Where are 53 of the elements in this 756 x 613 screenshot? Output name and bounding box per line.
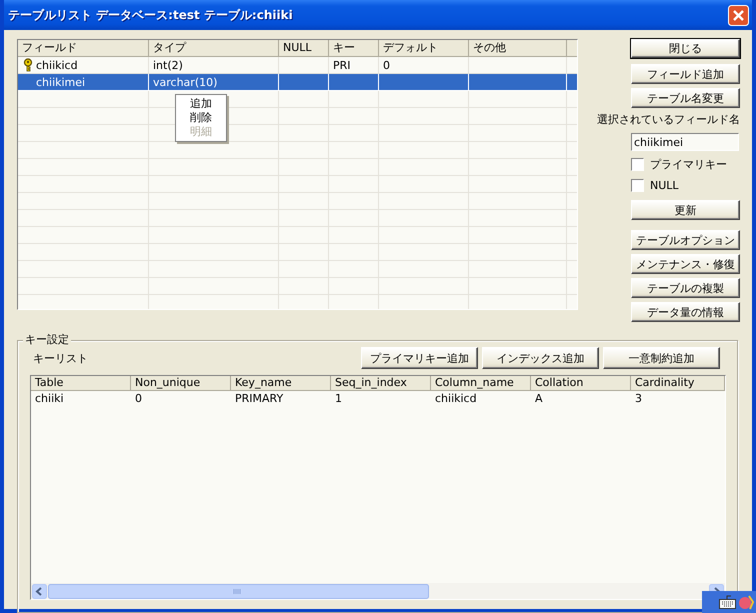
table-cell: chiikicd (36, 58, 78, 72)
column-header[interactable]: フィールド (18, 40, 149, 57)
checkbox-label: プライマリキー (650, 157, 727, 172)
group-title: キー設定 (23, 333, 71, 347)
column-header[interactable]: デフォルト (379, 40, 469, 57)
table-cell-text: A (534, 391, 544, 406)
table-cell: chiikimei (36, 76, 86, 88)
checkbox[interactable] (631, 179, 644, 192)
column-header[interactable]: NULL (279, 40, 329, 57)
column-header[interactable]: Cardinality (631, 376, 725, 391)
table-cell-text: PRIMARY (234, 391, 284, 406)
checkbox[interactable] (631, 158, 644, 171)
scroll-left-button[interactable] (32, 584, 47, 598)
update-button[interactable]: 更新 (631, 200, 740, 220)
close-icon[interactable] (728, 4, 749, 26)
scrollbar-thumb[interactable] (48, 584, 429, 598)
dialog-button[interactable]: データ量の情報 (631, 302, 740, 322)
column-header[interactable]: Seq_in_index (331, 376, 431, 391)
field-name-input[interactable]: chiikimei (631, 133, 739, 151)
column-header[interactable]: Key_name (231, 376, 331, 391)
column-header[interactable]: キー (329, 40, 379, 57)
menu-item[interactable]: 削除 (176, 111, 226, 125)
table-cell: int(2) (153, 58, 183, 72)
add-key-button[interactable]: インデックス追加 (482, 347, 599, 369)
dialog-button[interactable]: テーブルオプション (631, 230, 740, 250)
table-cell-text: 1 (334, 391, 343, 406)
table-cell-text: 3 (634, 391, 643, 406)
add-key-button[interactable]: 一意制約追加 (603, 347, 720, 369)
keyboard-icon[interactable] (719, 595, 736, 609)
dialog-button[interactable]: テーブルの複製 (631, 278, 740, 298)
table-cell: varchar(10) (153, 76, 218, 88)
dialog-button[interactable]: テーブル名変更 (631, 88, 740, 108)
field-name-label: 選択されているフィールド名 (597, 112, 740, 127)
table-cell-text: 0 (134, 391, 143, 406)
dialog-button[interactable]: フィールド追加 (631, 64, 740, 84)
table-cell: 0 (383, 58, 390, 72)
column-header[interactable]: Column_name (431, 376, 531, 391)
dialog-button[interactable]: 閉じる (631, 39, 740, 58)
column-header[interactable]: その他 (469, 40, 567, 57)
key-list-label: キーリスト (33, 350, 89, 366)
column-header[interactable]: タイプ (149, 40, 279, 57)
column-header[interactable]: Table (31, 376, 131, 391)
column-header[interactable]: Non_unique (131, 376, 231, 391)
add-key-button[interactable]: プライマリキー追加 (361, 347, 478, 369)
menu-item[interactable]: 追加 (176, 97, 226, 111)
table-cell-text: chiikicd (434, 391, 478, 406)
table-cell-text: chiiki (34, 391, 65, 406)
column-header[interactable]: Collation (531, 376, 631, 391)
checkbox-label: NULL (650, 179, 679, 192)
table-cell: PRI (333, 58, 351, 72)
dialog-button[interactable]: メンテナンス・修復 (631, 254, 740, 274)
table-row[interactable]: chiikimei varchar(10) (18, 74, 577, 91)
window-title: テーブルリスト データベース:test テーブル:chiiki (8, 6, 293, 24)
